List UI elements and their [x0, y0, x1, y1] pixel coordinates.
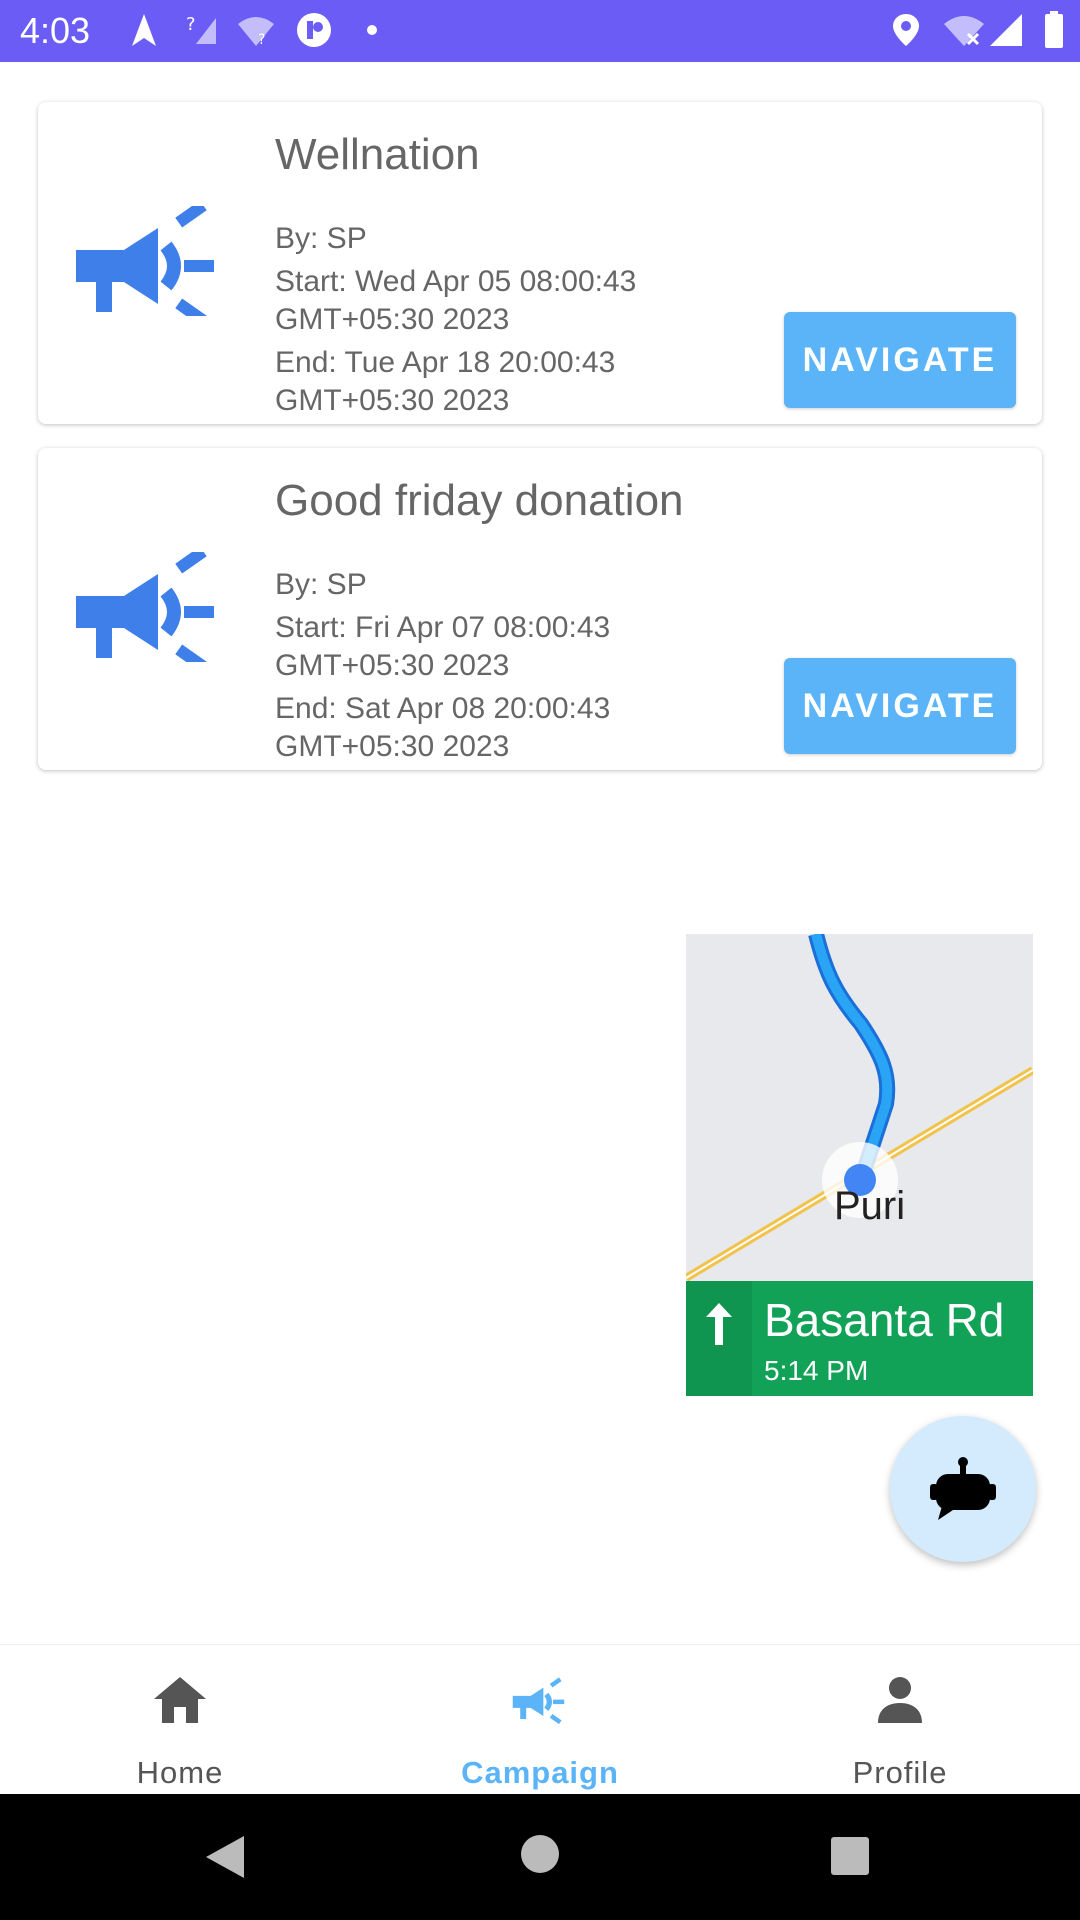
campaign-end: End: Tue Apr 18 20:00:43 [275, 346, 616, 379]
bottom-navigation: Home Campaign Profile [0, 1644, 1080, 1795]
eta-time: 5:14 PM [764, 1355, 869, 1386]
location-icon [893, 14, 919, 46]
navigation-arrow-icon [132, 14, 156, 46]
campaign-end-tz: GMT+05:30 2023 [275, 730, 510, 763]
street-name: Basanta Rd [764, 1294, 1005, 1346]
megaphone-icon [76, 206, 214, 316]
campaign-start-tz: GMT+05:30 2023 [275, 303, 510, 336]
nav-item-campaign[interactable]: Campaign [360, 1645, 720, 1795]
app-notification-icon [297, 13, 331, 47]
navigate-button[interactable]: NAVIGATE [784, 312, 1016, 408]
campaign-start: Start: Fri Apr 07 08:00:43 [275, 611, 611, 644]
straight-arrow-icon [706, 1303, 732, 1345]
nav-label-campaign: Campaign [461, 1755, 619, 1790]
home-icon [154, 1677, 206, 1723]
chatbot-fab[interactable] [890, 1416, 1036, 1562]
campaign-end-tz: GMT+05:30 2023 [275, 384, 510, 417]
svg-text:?: ? [186, 14, 196, 35]
status-time: 4:03 [20, 10, 91, 51]
wifi-unknown-icon: ? [238, 17, 274, 48]
campaign-card: Good friday donation By: SP Start: Fri A… [38, 448, 1042, 770]
navigation-map-widget[interactable]: Puri Basanta Rd 5:14 PM [686, 934, 1033, 1396]
chatbot-icon [930, 1457, 996, 1520]
campaign-author: By: SP [275, 568, 367, 601]
battery-icon [1045, 11, 1063, 48]
nav-label-home: Home [136, 1755, 224, 1790]
navigate-button[interactable]: NAVIGATE [784, 658, 1016, 754]
campaign-start-tz: GMT+05:30 2023 [275, 649, 510, 682]
back-icon[interactable] [204, 1834, 246, 1880]
megaphone-icon [512, 1677, 565, 1725]
campaign-card: Wellnation By: SP Start: Wed Apr 05 08:0… [38, 102, 1042, 424]
wifi-off-icon [944, 16, 984, 46]
campaign-title: Good friday donation [275, 476, 684, 525]
campaign-end: End: Sat Apr 08 20:00:43 [275, 692, 611, 725]
nav-label-profile: Profile [852, 1755, 948, 1790]
dot-icon [367, 25, 377, 35]
nav-item-profile[interactable]: Profile [720, 1645, 1080, 1795]
campaign-start: Start: Wed Apr 05 08:00:43 [275, 265, 637, 298]
map-place-label: Puri [834, 1184, 906, 1228]
nav-item-home[interactable]: Home [0, 1645, 360, 1795]
megaphone-icon [76, 552, 214, 662]
campaign-title: Wellnation [275, 130, 480, 179]
campaign-author: By: SP [275, 222, 367, 255]
recents-icon[interactable] [830, 1836, 870, 1876]
home-circle-icon[interactable] [520, 1834, 560, 1874]
no-signal-icon: ? [186, 14, 216, 44]
cell-signal-icon [990, 14, 1022, 46]
person-icon [878, 1677, 922, 1723]
svg-text:?: ? [258, 32, 265, 48]
status-bar: 4:03 ? ? [0, 0, 1080, 62]
turn-instruction-banner: Basanta Rd 5:14 PM [686, 1281, 1033, 1396]
system-navigation-bar [0, 1794, 1080, 1920]
